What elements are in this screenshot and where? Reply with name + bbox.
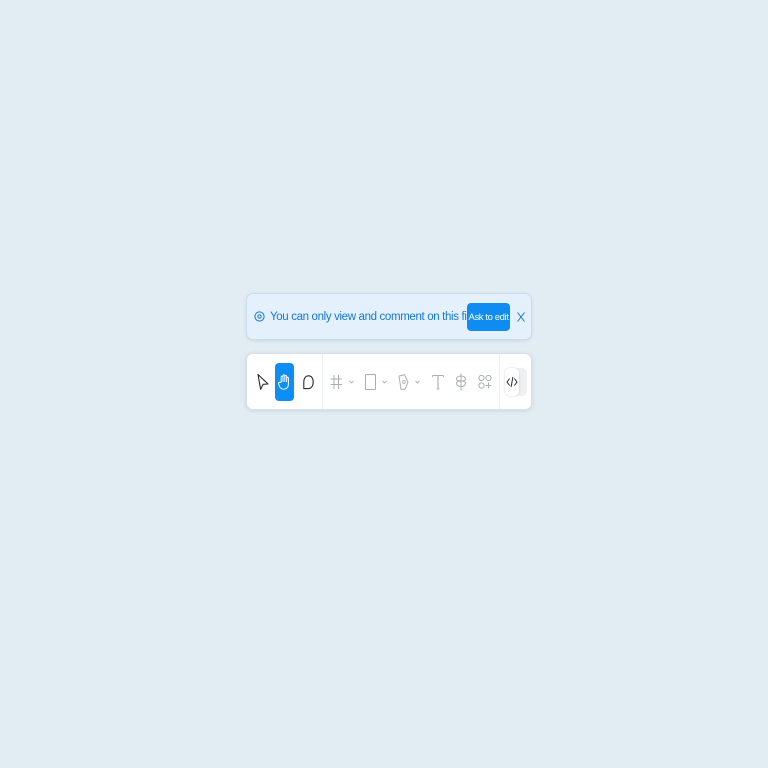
code-brackets-icon bbox=[506, 376, 518, 388]
hand-tool[interactable] bbox=[275, 363, 294, 401]
frame-tool[interactable] bbox=[328, 363, 358, 401]
resources-icon bbox=[455, 373, 467, 391]
pen-tool[interactable] bbox=[394, 363, 424, 401]
chevron-down-icon bbox=[382, 380, 387, 384]
text-tool[interactable] bbox=[428, 363, 448, 401]
pen-nib-icon bbox=[398, 374, 420, 390]
move-tool[interactable] bbox=[252, 363, 274, 401]
banner-message: You can only view and comment on this fi… bbox=[270, 311, 478, 323]
dev-mode-toggle-knob bbox=[505, 368, 519, 396]
close-icon[interactable] bbox=[516, 311, 526, 323]
comment-tool[interactable] bbox=[298, 363, 318, 401]
dev-mode-toggle[interactable] bbox=[505, 368, 527, 396]
text-t-icon bbox=[432, 374, 444, 390]
eye-icon bbox=[254, 311, 265, 322]
ask-to-edit-button[interactable]: Ask to edit bbox=[467, 303, 510, 331]
canvas[interactable]: You can only view and comment on this fi… bbox=[0, 0, 768, 768]
comment-bubble-icon bbox=[302, 374, 314, 389]
chevron-down-icon bbox=[415, 380, 420, 384]
frame-hash-icon bbox=[330, 375, 354, 389]
resources-tool[interactable] bbox=[451, 363, 471, 401]
widgets-plus-icon bbox=[478, 374, 492, 389]
toolbar bbox=[246, 353, 532, 410]
view-only-banner: You can only view and comment on this fi… bbox=[246, 293, 532, 340]
plugins-tool[interactable] bbox=[475, 363, 495, 401]
cursor-arrow-icon bbox=[257, 373, 269, 390]
rectangle-icon bbox=[365, 374, 387, 390]
toolbar-separator bbox=[322, 354, 323, 409]
hand-icon bbox=[278, 374, 289, 390]
chevron-down-icon bbox=[349, 380, 354, 384]
toolbar-separator bbox=[499, 354, 500, 409]
shape-tool[interactable] bbox=[361, 363, 391, 401]
